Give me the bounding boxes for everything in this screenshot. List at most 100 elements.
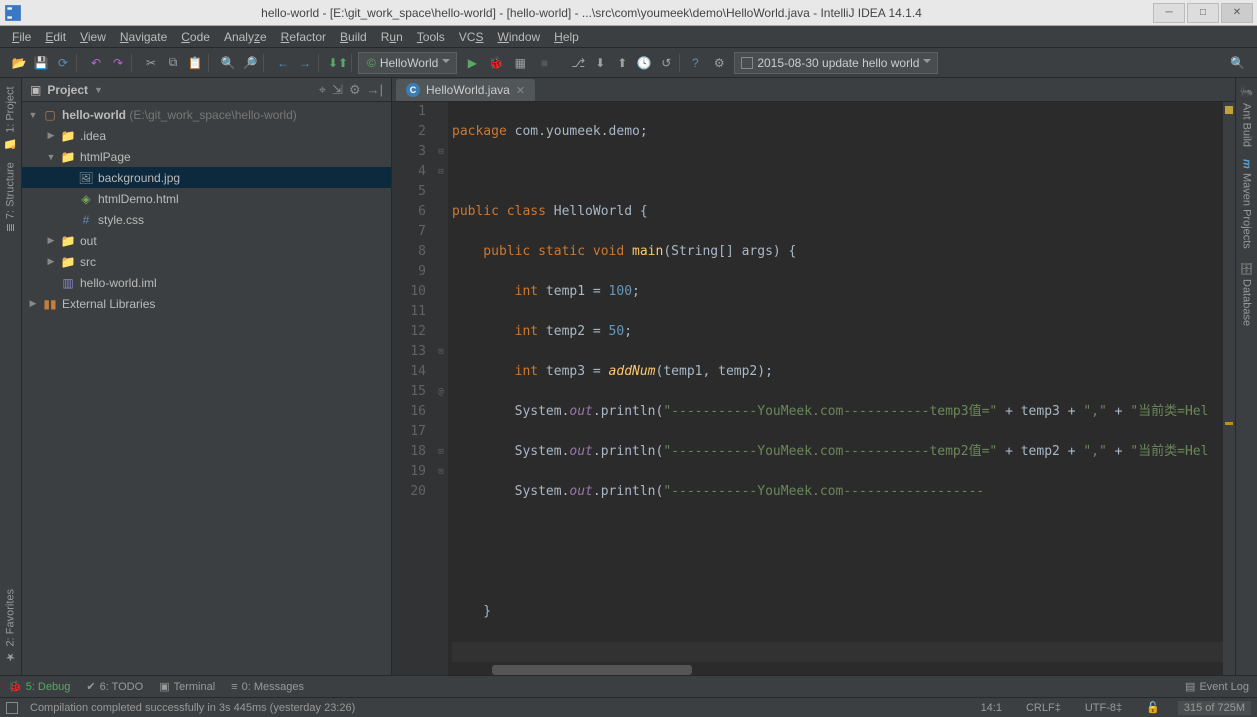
git-revert-icon[interactable]: ↺ [657, 54, 675, 72]
cut-icon[interactable]: ✂ [142, 54, 160, 72]
window-titlebar: hello-world - [E:\git_work_space\hello-w… [0, 0, 1257, 26]
tree-iml-file[interactable]: ▶ ▥ hello-world.iml [22, 272, 391, 293]
tree-htmlpage-folder[interactable]: ▼ 📁 htmlPage [22, 146, 391, 167]
menu-run[interactable]: Run [375, 28, 409, 46]
rail-structure[interactable]: ≣7: Structure [4, 162, 17, 232]
minimize-button[interactable]: ─ [1153, 3, 1185, 23]
gutter-override-icon[interactable]: @ [434, 382, 448, 402]
project-tool-window: ▣ Project ▼ ⌖ ⇲ ⚙ →| ▼ ▢ hello-world (E:… [22, 78, 392, 675]
event-log-icon: ▤ [1185, 680, 1195, 693]
tool-windows-icon[interactable] [6, 702, 18, 714]
menu-build[interactable]: Build [334, 28, 373, 46]
tree-file-stylecss[interactable]: ▶ # style.css [22, 209, 391, 230]
menu-navigate[interactable]: Navigate [114, 28, 173, 46]
editor-tab-label: HelloWorld.java [426, 83, 510, 97]
bottom-tool-strip: 🐞5: Debug ✔6: TODO ▣Terminal ≡0: Message… [0, 675, 1257, 697]
tree-out-folder[interactable]: ▶ 📁 out [22, 230, 391, 251]
rail-ant[interactable]: 🐜Ant Build [1240, 86, 1253, 147]
html-file-icon: ◈ [78, 191, 94, 207]
close-tab-icon[interactable]: ✕ [516, 84, 525, 97]
css-file-icon: # [78, 212, 94, 228]
tool-messages[interactable]: ≡0: Messages [231, 681, 304, 693]
hide-panel-icon[interactable]: →| [367, 82, 383, 98]
run-config-selector[interactable]: © HelloWorld [358, 52, 457, 74]
redo-icon[interactable]: ↷ [109, 54, 127, 72]
tool-event-log[interactable]: ▤Event Log [1185, 680, 1249, 693]
chevron-down-icon[interactable]: ▼ [94, 85, 103, 95]
rail-database[interactable]: 🗄Database [1240, 261, 1253, 326]
gear-icon[interactable]: ⚙ [349, 82, 361, 98]
undo-icon[interactable]: ↶ [87, 54, 105, 72]
horizontal-scrollbar[interactable] [492, 665, 692, 675]
vcs-commit-selector[interactable]: 2015-08-30 update hello world [734, 52, 938, 74]
editor-tab-helloworld[interactable]: C HelloWorld.java ✕ [396, 79, 535, 101]
make-project-icon[interactable]: ⬇⬆ [329, 54, 347, 72]
copy-icon[interactable]: ⧉ [164, 54, 182, 72]
coverage-icon[interactable]: ▦ [511, 54, 529, 72]
editor-scrollbar[interactable] [1223, 102, 1235, 675]
analysis-status-icon[interactable] [1225, 106, 1233, 114]
menu-view[interactable]: View [74, 28, 112, 46]
readonly-lock-icon[interactable]: 🔓 [1140, 701, 1166, 714]
menu-vcs[interactable]: VCS [453, 28, 490, 46]
open-icon[interactable]: 📂 [10, 54, 28, 72]
project-panel-header: ▣ Project ▼ ⌖ ⇲ ⚙ →| [22, 78, 391, 102]
status-message: Compilation completed successfully in 3s… [30, 702, 963, 714]
sync-icon[interactable]: ⟳ [54, 54, 72, 72]
stop-icon[interactable]: ■ [535, 54, 553, 72]
tree-external-libraries[interactable]: ▶ ▮▮ External Libraries [22, 293, 391, 314]
collapse-icon[interactable]: ⇲ [332, 82, 343, 98]
menu-edit[interactable]: Edit [39, 28, 72, 46]
menu-analyze[interactable]: Analyze [218, 28, 273, 46]
tree-root[interactable]: ▼ ▢ hello-world (E:\git_work_space\hello… [22, 104, 391, 125]
debug-icon[interactable]: 🐞 [487, 54, 505, 72]
memory-indicator[interactable]: 315 of 725M [1178, 701, 1251, 715]
caret-position[interactable]: 14:1 [975, 702, 1008, 714]
menu-refactor[interactable]: Refactor [275, 28, 332, 46]
project-tree[interactable]: ▼ ▢ hello-world (E:\git_work_space\hello… [22, 102, 391, 675]
menu-tools[interactable]: Tools [411, 28, 451, 46]
line-separator[interactable]: CRLF‡ [1020, 702, 1067, 714]
run-config-name: HelloWorld [380, 56, 438, 70]
code-editor[interactable]: 1234567891011121314151617181920 ⊟⊟ ⊡ @ ⊡… [392, 102, 1235, 675]
git-update-icon[interactable]: ⬇ [591, 54, 609, 72]
file-encoding[interactable]: UTF-8‡ [1079, 702, 1128, 714]
menu-help[interactable]: Help [548, 28, 585, 46]
forward-icon[interactable]: → [296, 54, 314, 72]
tree-src-folder[interactable]: ▶ 📁 src [22, 251, 391, 272]
project-scope-icon[interactable]: ▣ [30, 83, 41, 97]
rail-favorites[interactable]: ★2: Favorites [4, 589, 17, 663]
tree-idea-folder[interactable]: ▶ 📁 .idea [22, 125, 391, 146]
rail-maven[interactable]: mMaven Projects [1241, 159, 1253, 249]
project-structure-icon[interactable]: ⚙ [710, 54, 728, 72]
tool-debug[interactable]: 🐞5: Debug [8, 680, 70, 693]
tree-file-htmldemo[interactable]: ▶ ◈ htmlDemo.html [22, 188, 391, 209]
tool-todo[interactable]: ✔6: TODO [86, 680, 143, 693]
intellij-logo-icon [4, 4, 22, 22]
maximize-button[interactable]: □ [1187, 3, 1219, 23]
close-button[interactable]: ✕ [1221, 3, 1253, 23]
code-content[interactable]: package com.youmeek.demo; public class H… [448, 102, 1223, 675]
back-icon[interactable]: ← [274, 54, 292, 72]
tool-terminal[interactable]: ▣Terminal [159, 680, 215, 693]
rail-project[interactable]: 📁1: Project [4, 86, 17, 150]
locate-icon[interactable]: ⌖ [319, 82, 326, 98]
menu-file[interactable]: FFileile [6, 28, 37, 46]
fold-gutter[interactable]: ⊟⊟ ⊡ @ ⊡⊡ [434, 102, 448, 675]
paste-icon[interactable]: 📋 [186, 54, 204, 72]
menu-code[interactable]: Code [175, 28, 216, 46]
project-panel-title[interactable]: Project [47, 83, 88, 97]
git-push-icon[interactable]: ⬆ [613, 54, 631, 72]
run-icon[interactable]: ▶ [463, 54, 481, 72]
replace-icon[interactable]: 🔎 [241, 54, 259, 72]
search-everywhere-icon[interactable]: 🔍 [1230, 56, 1245, 70]
git-branch-icon[interactable]: ⎇ [569, 54, 587, 72]
line-numbers: 1234567891011121314151617181920 [392, 102, 434, 675]
help-icon[interactable]: ? [686, 54, 704, 72]
save-all-icon[interactable]: 💾 [32, 54, 50, 72]
menu-window[interactable]: Window [491, 28, 546, 46]
tree-file-background[interactable]: ▶ 🖼 background.jpg [22, 167, 391, 188]
find-icon[interactable]: 🔍 [219, 54, 237, 72]
git-history-icon[interactable]: 🕓 [635, 54, 653, 72]
warning-stripe[interactable] [1225, 422, 1233, 425]
